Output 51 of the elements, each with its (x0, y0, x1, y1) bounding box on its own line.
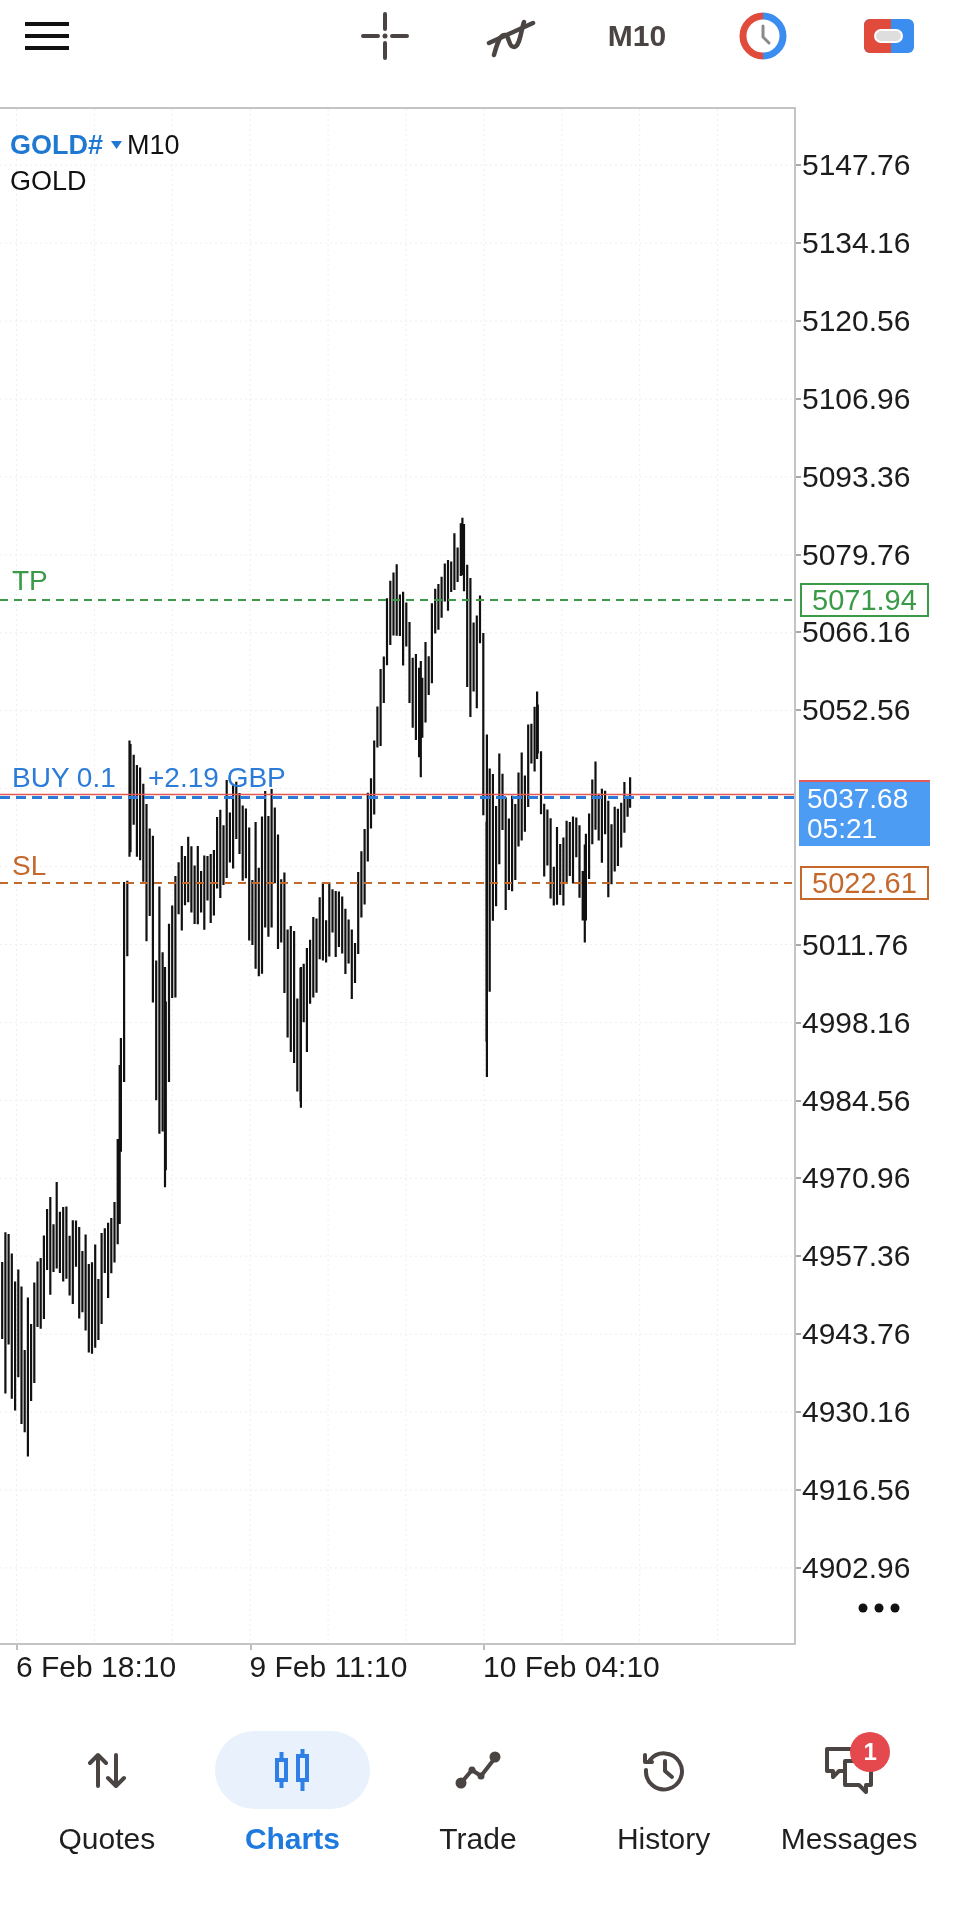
crosshair-button[interactable] (361, 12, 409, 60)
price-axis-label: 4916.56 (802, 1475, 911, 1506)
caret-icon (111, 141, 122, 149)
current-price: 5037.68 (807, 784, 910, 814)
bar-countdown: 05:21 (807, 814, 879, 844)
time-axis-label: 6 Feb 18:10 (16, 1650, 177, 1684)
time-axis-label: 9 Feb 11:10 (249, 1650, 408, 1684)
switch-icon (864, 19, 914, 53)
nav-tab[interactable]: History (586, 1731, 742, 1855)
line-graph-icon (454, 1750, 502, 1790)
more-button[interactable] (858, 1603, 900, 1613)
position-label: BUY 0.1 (12, 762, 116, 794)
position-profit: +2.19 GBP (148, 762, 286, 794)
time-axis-label: 10 Feb 04:10 (483, 1650, 660, 1684)
history-icon (641, 1748, 686, 1792)
clock-icon (739, 12, 787, 60)
price-axis-label: 5093.36 (802, 461, 911, 492)
crosshair-icon (361, 12, 409, 60)
menu-button[interactable] (24, 21, 70, 51)
timeframe-button[interactable]: M10 (607, 18, 667, 54)
price-axis-label: 5052.56 (802, 695, 911, 726)
more-icon (858, 1603, 900, 1613)
nav-tab[interactable]: Quotes (29, 1731, 185, 1855)
price-axis-label: 4930.16 (802, 1397, 911, 1428)
price-axis-label: 5066.16 (802, 617, 911, 648)
nav-tab[interactable]: Trade (400, 1731, 556, 1855)
take-profit-price-tag: 5071.94 (800, 583, 929, 617)
price-axis-label: 4970.96 (802, 1163, 911, 1194)
price-axis-label: 4902.96 (802, 1553, 911, 1584)
price-axis-label: 5120.56 (802, 305, 911, 336)
price-axis-label: 5079.76 (802, 539, 911, 570)
stop-loss-label: SL (12, 850, 47, 882)
price-axis-label: 4998.16 (802, 1007, 911, 1038)
price-axis-label: 5011.76 (802, 929, 909, 960)
nav-tab[interactable]: 1 Messages (771, 1731, 927, 1855)
price-axis-label: 4943.76 (802, 1319, 911, 1350)
stop-loss-price-tag: 5022.61 (800, 866, 929, 900)
price-axis-label: 4984.56 (802, 1085, 911, 1116)
switch-button[interactable] (864, 19, 914, 53)
price-axis-label: 5134.16 (802, 227, 911, 258)
clock-button[interactable] (739, 12, 787, 60)
price-axis-label: 4957.36 (802, 1241, 911, 1272)
price-axis-label: 5147.76 (802, 149, 911, 180)
period-label: M10 (127, 129, 180, 161)
up-down-arrows-icon (86, 1750, 127, 1790)
symbol-button[interactable]: GOLD# (10, 129, 122, 161)
menu-icon (24, 21, 70, 51)
price-axis-label: 5106.96 (802, 383, 911, 414)
symbol-description: GOLD (10, 165, 87, 197)
unread-count-badge: 1 (850, 1732, 891, 1772)
take-profit-label: TP (12, 565, 48, 597)
